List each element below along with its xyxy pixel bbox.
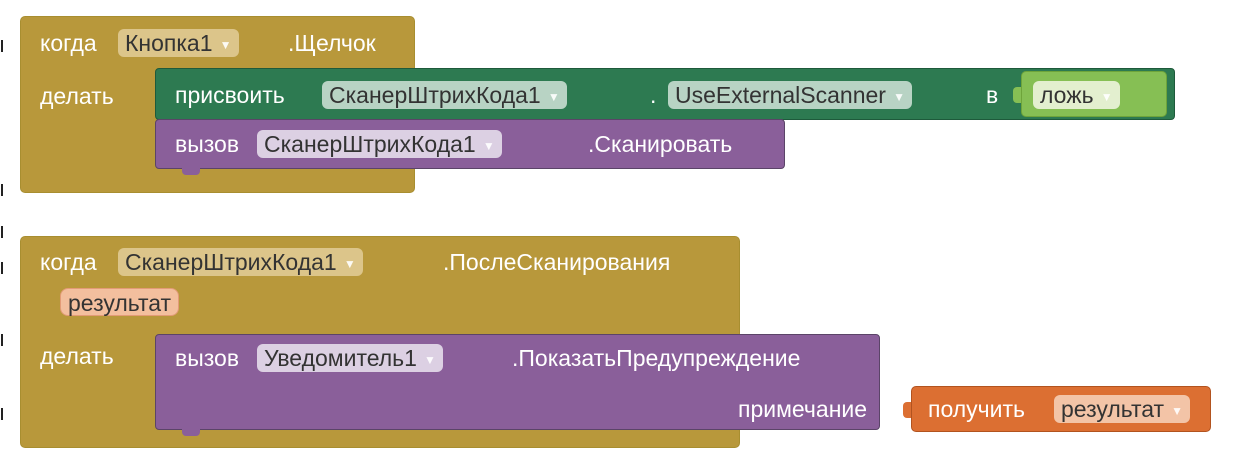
dropdown-triangle-icon: ▼ [219,38,232,52]
dropdown-triangle-icon: ▼ [547,90,560,104]
call-component-dropdown[interactable]: СканерШтрихКода1 ▼ [257,130,502,158]
dropdown-triangle-icon: ▼ [1100,90,1113,104]
statement-notch [182,429,200,436]
dropdown-triangle-icon: ▼ [343,257,356,271]
call-keyword: вызов [175,131,240,157]
when-keyword: когда [40,249,97,275]
call-keyword: вызов [175,345,240,371]
value-socket-tab [1013,87,1021,103]
event-parameter-name: результат [68,290,172,316]
call-component-name: Уведомитель1 [264,345,417,371]
logic-value: ложь [1040,82,1094,108]
dropdown-triangle-icon: ▼ [482,139,495,153]
call-component-name: СканерШтрихКода1 [264,131,476,157]
left-edge-mark [1,262,3,274]
event-parameter[interactable]: результат [60,288,180,316]
property-dropdown[interactable]: UseExternalScanner ▼ [668,81,912,109]
component-name: Кнопка1 [125,30,213,56]
variable-name: результат [1061,396,1165,422]
left-edge-mark [1,334,3,346]
component-dropdown[interactable]: СканерШтрихКода1 ▼ [118,248,363,276]
component-dropdown[interactable]: Кнопка1 ▼ [118,29,239,57]
event-name: .ПослеСканирования [443,249,671,275]
value-socket-tab [903,402,911,418]
call-component-dropdown[interactable]: Уведомитель1 ▼ [257,344,443,372]
left-edge-mark [1,408,3,420]
argument-label: примечание [738,396,868,422]
method-name: .Сканировать [588,131,733,157]
dropdown-triangle-icon: ▼ [893,90,905,104]
setter-keyword: присвоить [175,82,285,108]
logic-value-dropdown[interactable]: ложь ▼ [1033,81,1120,109]
event-name: .Щелчок [288,30,376,56]
component-name: СканерШтрихКода1 [125,249,337,275]
method-name: .ПоказатьПредупреждение [512,345,801,371]
left-edge-mark [1,40,3,52]
setter-component-name: СканерШтрихКода1 [329,82,541,108]
property-dot: . [650,82,657,108]
dropdown-triangle-icon: ▼ [1171,404,1184,418]
when-keyword: когда [40,30,97,56]
do-keyword: делать [40,83,114,109]
blocks-workspace: когда Кнопка1 ▼ .Щелчок делать присвоить… [0,0,1236,453]
get-keyword: получить [928,396,1026,422]
statement-notch [182,168,200,175]
to-keyword: в [986,82,999,108]
left-edge-mark [1,226,3,238]
property-name: UseExternalScanner [675,82,886,108]
setter-component-dropdown[interactable]: СканерШтрихКода1 ▼ [322,81,567,109]
left-edge-mark [1,184,3,196]
dropdown-triangle-icon: ▼ [424,353,436,367]
variable-dropdown[interactable]: результат ▼ [1054,395,1191,423]
do-keyword: делать [40,343,114,369]
